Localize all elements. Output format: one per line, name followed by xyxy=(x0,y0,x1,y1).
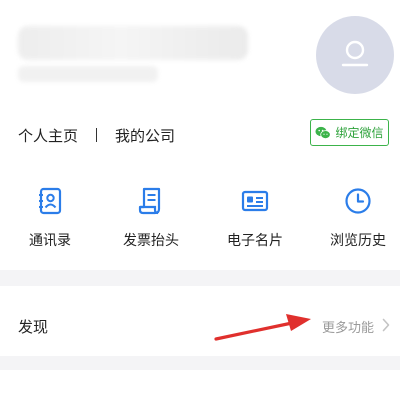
chevron-right-icon xyxy=(382,318,390,332)
invoice-icon xyxy=(138,187,161,215)
quick-action-label: 电子名片 xyxy=(227,233,283,249)
profile-links: 个人主页 我的公司 xyxy=(18,124,175,146)
section-divider xyxy=(0,356,400,370)
quick-action-label: 浏览历史 xyxy=(330,233,386,249)
user-avatar-icon xyxy=(341,40,369,67)
blurred-user-name xyxy=(18,26,248,60)
quick-actions: 通讯录 发票抬头 电子名片 浏览历史 xyxy=(0,186,400,256)
my-company-link[interactable]: 我的公司 xyxy=(115,125,175,146)
bind-wechat-button[interactable]: 绑定微信 xyxy=(310,119,389,146)
more-features-link[interactable]: 更多功能 xyxy=(322,317,374,336)
blurred-user-subtitle xyxy=(18,66,158,82)
personal-homepage-link[interactable]: 个人主页 xyxy=(18,125,78,146)
quick-action-business-card[interactable]: 电子名片 xyxy=(210,186,300,250)
quick-action-history[interactable]: 浏览历史 xyxy=(313,186,400,250)
quick-action-invoice[interactable]: 发票抬头 xyxy=(106,186,196,250)
discover-row[interactable]: 发现 更多功能 xyxy=(0,298,400,354)
history-clock-icon xyxy=(345,188,371,214)
avatar[interactable] xyxy=(316,16,394,94)
section-divider xyxy=(0,270,400,286)
discover-title: 发现 xyxy=(18,317,49,336)
quick-action-label: 发票抬头 xyxy=(123,233,179,249)
wechat-icon xyxy=(315,126,332,139)
contacts-icon xyxy=(39,187,62,215)
profile-header: 个人主页 我的公司 绑定微信 xyxy=(0,0,400,165)
business-card-icon xyxy=(241,190,269,212)
bind-wechat-label: 绑定微信 xyxy=(335,126,384,140)
quick-action-label: 通讯录 xyxy=(29,233,71,249)
quick-action-contacts[interactable]: 通讯录 xyxy=(5,186,95,250)
link-separator xyxy=(96,128,98,142)
